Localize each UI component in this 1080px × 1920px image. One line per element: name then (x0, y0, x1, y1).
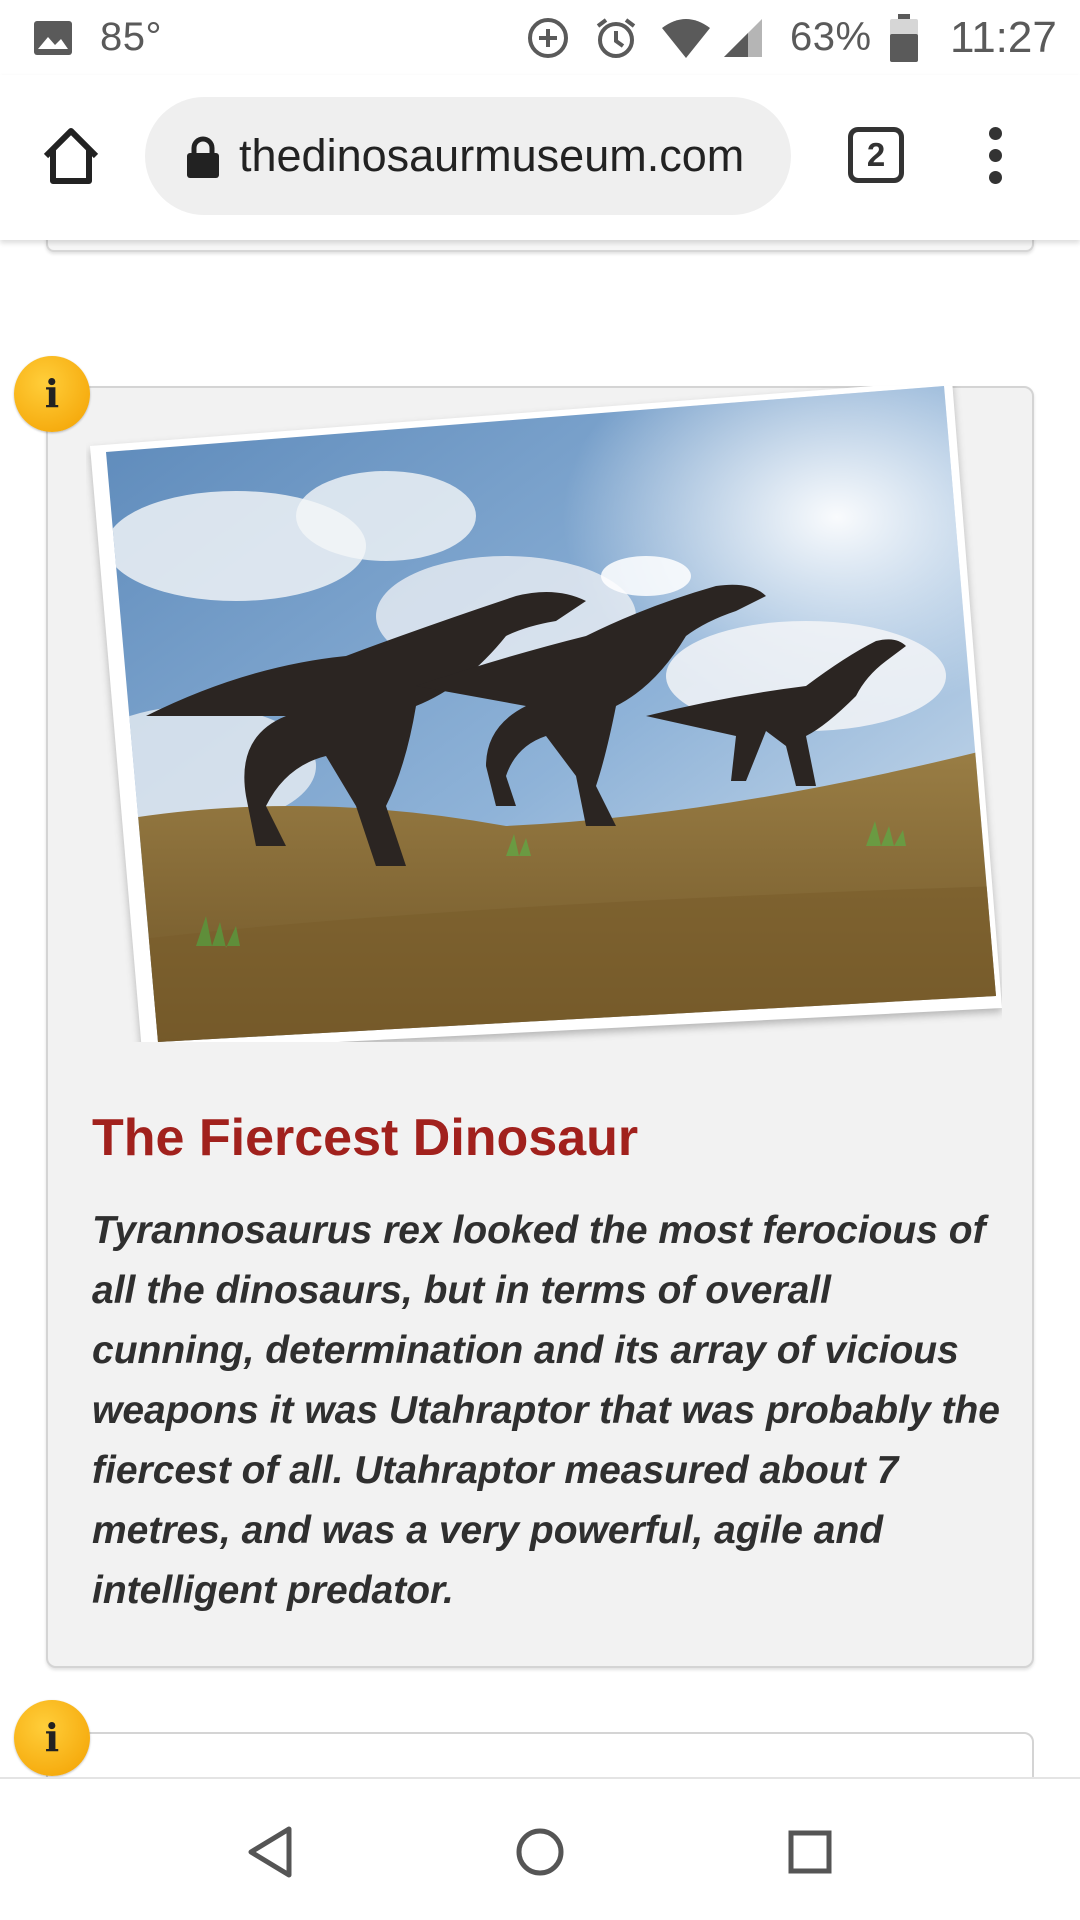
signal-icon (722, 0, 764, 75)
overflow-menu-icon (988, 127, 1002, 140)
browser-toolbar: thedinosaurmuseum.com 2 (0, 75, 1080, 240)
lock-icon (187, 136, 219, 178)
wifi-icon (660, 0, 712, 75)
article-photo (86, 380, 1002, 1052)
home-button[interactable] (38, 123, 104, 189)
overflow-menu-button[interactable] (980, 127, 1010, 187)
recents-button[interactable] (765, 1807, 855, 1897)
status-bar: 85° 63% 11:27 (0, 0, 1080, 75)
battery-percent: 63% (790, 15, 872, 59)
system-nav-bar (0, 1777, 1080, 1920)
home-circle-icon (516, 1828, 564, 1876)
back-button[interactable] (225, 1807, 315, 1897)
data-saver-icon (526, 0, 570, 75)
back-icon (248, 1826, 292, 1878)
home-icon (43, 128, 99, 184)
url-text[interactable]: thedinosaurmuseum.com (239, 97, 771, 215)
info-badge-icon[interactable]: i (14, 356, 90, 432)
tab-switcher-button[interactable]: 2 (848, 127, 904, 183)
url-bar[interactable]: thedinosaurmuseum.com (145, 97, 791, 215)
article-title: The Fiercest Dinosaur (92, 1109, 639, 1167)
info-badge-icon-next[interactable]: i (14, 1700, 90, 1776)
next-article-card (46, 1732, 1034, 1777)
previous-card (46, 240, 1034, 252)
clock: 11:27 (950, 12, 1057, 62)
recents-icon (788, 1830, 832, 1874)
article-body: Tyrannosaurus rex looked the most feroci… (92, 1209, 1000, 1612)
temperature: 85° (100, 15, 162, 59)
dinosaur-scene (106, 386, 996, 1042)
alarm-icon (594, 0, 638, 75)
image-icon (34, 0, 72, 75)
home-nav-button[interactable] (495, 1807, 585, 1897)
battery-icon (890, 0, 918, 75)
